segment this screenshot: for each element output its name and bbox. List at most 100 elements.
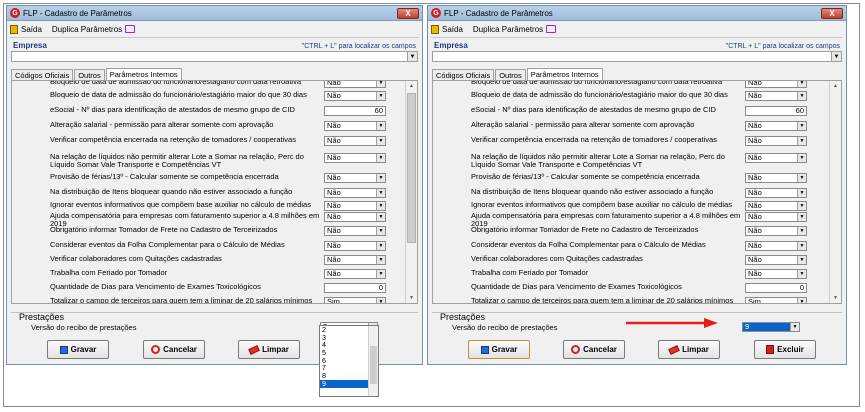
chevron-down-icon[interactable]: ▼ <box>797 270 806 278</box>
param-select[interactable]: Não ▼ <box>745 241 807 251</box>
saida-button[interactable]: Saída <box>10 24 42 34</box>
param-select[interactable]: Não ▼ <box>324 121 386 131</box>
param-select[interactable]: Sim ▼ <box>324 297 386 303</box>
chevron-down-icon[interactable]: ▼ <box>376 270 385 278</box>
param-select[interactable]: Não ▼ <box>745 173 807 183</box>
limpar-button[interactable]: Limpar <box>658 340 720 359</box>
duplica-label: Duplica Parâmetros <box>51 24 123 34</box>
scroll-up-icon[interactable]: ▲ <box>830 81 841 91</box>
chevron-down-icon[interactable]: ▼ <box>376 189 385 197</box>
param-select[interactable]: Não ▼ <box>324 188 386 198</box>
chevron-down-icon[interactable]: ▼ <box>376 174 385 182</box>
param-select[interactable]: Não ▼ <box>745 121 807 131</box>
duplica-button[interactable]: Duplica Parâmetros <box>51 24 136 34</box>
param-select[interactable]: Não ▼ <box>324 201 386 211</box>
chevron-down-icon[interactable]: ▼ <box>797 92 806 100</box>
limpar-button[interactable]: Limpar <box>238 340 300 359</box>
scroll-up-icon[interactable]: ▲ <box>406 81 417 91</box>
param-select[interactable]: Não ▼ <box>745 201 807 211</box>
chevron-down-icon[interactable]: ▼ <box>797 242 806 250</box>
param-select[interactable]: Não ▼ <box>324 153 386 163</box>
param-select[interactable]: Não ▼ <box>745 91 807 101</box>
chevron-down-icon[interactable]: ▼ <box>376 213 385 221</box>
param-select[interactable]: Não ▼ <box>324 136 386 146</box>
vertical-scrollbar[interactable]: ▲ ▼ <box>829 81 841 303</box>
tab-codigos-oficiais[interactable]: Códigos Oficiais <box>11 69 74 80</box>
chevron-down-icon[interactable]: ▼ <box>376 122 385 130</box>
vertical-scrollbar[interactable]: ▲ ▼ <box>405 81 417 303</box>
chevron-down-icon[interactable]: ▼ <box>797 213 806 221</box>
param-select[interactable]: Não ▼ <box>745 226 807 236</box>
param-select[interactable]: Não ▼ <box>745 188 807 198</box>
chevron-down-icon[interactable]: ▼ <box>376 227 385 235</box>
chevron-down-icon[interactable]: ▼ <box>797 227 806 235</box>
gravar-button[interactable]: Gravar <box>47 340 109 359</box>
chevron-down-icon[interactable]: ▼ <box>797 298 806 303</box>
dropdown-scroll-thumb[interactable] <box>370 346 377 384</box>
excluir-button[interactable]: Excluir <box>754 340 816 359</box>
saida-button[interactable]: Saída <box>431 24 463 34</box>
close-button[interactable]: X <box>397 7 419 19</box>
param-select[interactable]: Não ▼ <box>324 269 386 279</box>
param-number-input[interactable]: 60 <box>324 106 386 116</box>
param-number-input[interactable]: 60 <box>745 106 807 116</box>
param-select[interactable]: Não ▼ <box>745 269 807 279</box>
tab-outros[interactable]: Outros <box>495 69 526 80</box>
scroll-down-icon[interactable]: ▼ <box>406 293 417 303</box>
param-select[interactable]: Não ▼ <box>745 153 807 163</box>
param-number-input[interactable]: 0 <box>745 283 807 293</box>
tab-parametros-internos[interactable]: Parâmetros Internos <box>526 68 603 80</box>
chevron-down-icon[interactable]: ▼ <box>797 189 806 197</box>
param-label: Quantidade de Dias para Vencimento de Ex… <box>471 282 682 291</box>
close-button[interactable]: X <box>821 7 843 19</box>
chevron-down-icon[interactable]: ▼ <box>376 202 385 210</box>
tab-codigos-oficiais[interactable]: Códigos Oficiais <box>432 69 495 80</box>
chevron-down-icon[interactable]: ▼ <box>407 52 417 61</box>
chevron-down-icon[interactable]: ▼ <box>376 81 385 87</box>
chevron-down-icon[interactable]: ▼ <box>376 256 385 264</box>
cancelar-button[interactable]: Cancelar <box>143 340 205 359</box>
recibo-version-dropdown[interactable]: 23456789 <box>319 325 379 397</box>
param-label: Bloqueio de data de admissão do funcioná… <box>50 80 301 86</box>
recibo-version-select[interactable]: 9 ▼ <box>742 322 800 332</box>
param-select[interactable]: Não ▼ <box>324 255 386 265</box>
chevron-down-icon[interactable]: ▼ <box>797 174 806 182</box>
duplica-button[interactable]: Duplica Parâmetros <box>473 25 557 34</box>
param-number-input[interactable]: 0 <box>324 283 386 293</box>
param-select[interactable]: Não ▼ <box>745 81 807 88</box>
chevron-down-icon[interactable]: ▼ <box>797 137 806 145</box>
param-select[interactable]: Não ▼ <box>324 81 386 88</box>
chevron-down-icon[interactable]: ▼ <box>797 154 806 162</box>
cancelar-button[interactable]: Cancelar <box>563 340 625 359</box>
param-select[interactable]: Não ▼ <box>745 255 807 265</box>
chevron-down-icon[interactable]: ▼ <box>797 202 806 210</box>
param-select[interactable]: Não ▼ <box>324 226 386 236</box>
empresa-select[interactable]: ▼ <box>432 51 842 62</box>
param-select[interactable]: Não ▼ <box>745 212 807 222</box>
dropdown-scrollbar[interactable] <box>368 326 378 396</box>
tab-outros[interactable]: Outros <box>74 69 105 80</box>
chevron-down-icon[interactable]: ▼ <box>376 154 385 162</box>
chevron-down-icon[interactable]: ▼ <box>831 52 841 61</box>
param-select[interactable]: Não ▼ <box>324 173 386 183</box>
chevron-down-icon[interactable]: ▼ <box>790 323 799 331</box>
chevron-down-icon[interactable]: ▼ <box>797 256 806 264</box>
chevron-down-icon[interactable]: ▼ <box>376 298 385 303</box>
gravar-button[interactable]: Gravar <box>468 340 530 359</box>
chevron-down-icon[interactable]: ▼ <box>376 92 385 100</box>
param-value: Não <box>327 136 341 145</box>
param-select[interactable]: Não ▼ <box>324 91 386 101</box>
chevron-down-icon[interactable]: ▼ <box>376 137 385 145</box>
scroll-thumb[interactable] <box>407 93 416 243</box>
empresa-select[interactable]: ▼ <box>11 51 418 62</box>
param-select[interactable]: Não ▼ <box>324 241 386 251</box>
param-select[interactable]: Sim ▼ <box>745 297 807 303</box>
param-select[interactable]: Não ▼ <box>745 136 807 146</box>
tab-parametros-internos[interactable]: Parâmetros Internos <box>105 68 182 80</box>
exit-door-icon <box>431 24 439 34</box>
param-select[interactable]: Não ▼ <box>324 212 386 222</box>
scroll-down-icon[interactable]: ▼ <box>830 293 841 303</box>
chevron-down-icon[interactable]: ▼ <box>797 122 806 130</box>
chevron-down-icon[interactable]: ▼ <box>376 242 385 250</box>
chevron-down-icon[interactable]: ▼ <box>797 81 806 87</box>
